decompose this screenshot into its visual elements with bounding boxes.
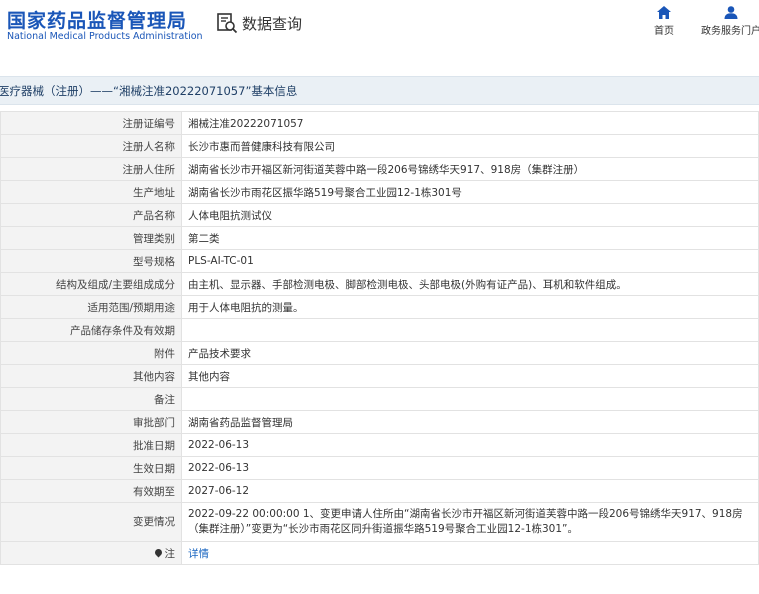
- row-label: 产品名称: [0, 203, 182, 227]
- row-value: 由主机、显示器、手部检测电极、脚部检测电极、头部电极(外购有证产品)、耳机和软件…: [181, 272, 759, 296]
- location-pin-icon: [153, 547, 163, 558]
- home-icon: [657, 6, 671, 19]
- row-label: 管理类别: [0, 226, 182, 250]
- table-row: 变更情况 2022-09-22 00:00:00 1、变更申请人住所由“湖南省长沙…: [0, 502, 759, 542]
- row-label: 批准日期: [0, 433, 182, 457]
- table-row: 注册人住所 湖南省长沙市开福区新河街道芙蓉中路一段206号锦绣华天917、918房…: [0, 157, 759, 181]
- row-value: 2022-06-13: [181, 433, 759, 457]
- row-value: 湖南省长沙市开福区新河街道芙蓉中路一段206号锦绣华天917、918房（集群注册…: [181, 157, 759, 181]
- table-row: 注册证编号 湘械注准20222071057: [0, 111, 759, 135]
- row-value: 2027-06-12: [181, 479, 759, 503]
- breadcrumb: 医疗器械（注册）——“湘械注准20222071057”基本信息: [0, 84, 298, 98]
- nav-gov-label: 政务服务门户: [701, 26, 759, 37]
- data-query-icon: [217, 13, 238, 34]
- row-value: 2022-09-22 00:00:00 1、变更申请人住所由“湖南省长沙市开福区…: [181, 502, 759, 542]
- note-value-cell: 详情: [181, 541, 759, 565]
- row-label: 型号规格: [0, 249, 182, 273]
- table-row: 其他内容 其他内容: [0, 364, 759, 388]
- nav-gov-service-portal[interactable]: 政务服务门户: [700, 6, 759, 37]
- row-label: 备注: [0, 387, 182, 411]
- table-row: 生产地址 湖南省长沙市雨花区振华路519号聚合工业园12-1栋301号: [0, 180, 759, 204]
- row-value: 产品技术要求: [181, 341, 759, 365]
- table-row-note: 注 详情: [0, 541, 759, 565]
- row-value: 用于人体电阻抗的测量。: [181, 295, 759, 319]
- table-row: 批准日期 2022-06-13: [0, 433, 759, 457]
- table-row: 注册人名称 长沙市惠而普健康科技有限公司: [0, 134, 759, 158]
- row-label: 有效期至: [0, 479, 182, 503]
- row-label: 适用范围/预期用途: [0, 295, 182, 319]
- user-icon: [724, 6, 738, 19]
- row-value: 湖南省药品监督管理局: [181, 410, 759, 434]
- breadcrumb-bar: 医疗器械（注册）——“湘械注准20222071057”基本信息: [0, 76, 759, 105]
- table-row: 备注: [0, 387, 759, 411]
- note-label-cell: 注: [0, 541, 182, 565]
- table-row: 审批部门 湖南省药品监督管理局: [0, 410, 759, 434]
- site-logo-title[interactable]: 国家药品监督管理局: [7, 6, 187, 33]
- row-label: 审批部门: [0, 410, 182, 434]
- table-row: 产品储存条件及有效期: [0, 318, 759, 342]
- table-row: 有效期至 2027-06-12: [0, 479, 759, 503]
- row-label: 附件: [0, 341, 182, 365]
- row-value: 2022-06-13: [181, 456, 759, 480]
- row-label: 注册人住所: [0, 157, 182, 181]
- nav-home-label: 首页: [654, 26, 674, 37]
- table-row: 结构及组成/主要组成成分 由主机、显示器、手部检测电极、脚部检测电极、头部电极(外…: [0, 272, 759, 296]
- note-label: 注: [164, 547, 176, 560]
- detail-link[interactable]: 详情: [188, 548, 209, 560]
- table-row: 产品名称 人体电阻抗测试仪: [0, 203, 759, 227]
- row-label: 产品储存条件及有效期: [0, 318, 182, 342]
- row-value: [181, 387, 759, 411]
- row-label: 变更情况: [0, 502, 182, 542]
- row-value: 长沙市惠而普健康科技有限公司: [181, 134, 759, 158]
- data-query-label: 数据查询: [242, 14, 303, 33]
- table-row: 适用范围/预期用途 用于人体电阻抗的测量。: [0, 295, 759, 319]
- table-row: 管理类别 第二类: [0, 226, 759, 250]
- row-value: [181, 318, 759, 342]
- table-row: 生效日期 2022-06-13: [0, 456, 759, 480]
- row-label: 生产地址: [0, 180, 182, 204]
- row-label: 注册证编号: [0, 111, 182, 135]
- nav-home[interactable]: 首页: [652, 6, 676, 37]
- row-value: PLS-AI-TC-01: [181, 249, 759, 273]
- site-logo-subtitle: National Medical Products Administration: [7, 31, 203, 42]
- row-value: 第二类: [181, 226, 759, 250]
- row-value: 湘械注准20222071057: [181, 111, 759, 135]
- row-label: 其他内容: [0, 364, 182, 388]
- row-value: 人体电阻抗测试仪: [181, 203, 759, 227]
- registration-info-table: 注册证编号 湘械注准20222071057 注册人名称 长沙市惠而普健康科技有限公司…: [0, 111, 759, 565]
- row-label: 注册人名称: [0, 134, 182, 158]
- row-value: 其他内容: [181, 364, 759, 388]
- row-value: 湖南省长沙市雨花区振华路519号聚合工业园12-1栋301号: [181, 180, 759, 204]
- row-label: 结构及组成/主要组成成分: [0, 272, 182, 296]
- data-query-title: 数据查询: [216, 12, 302, 34]
- site-header: 国家药品监督管理局 National Medical Products Admi…: [0, 0, 759, 66]
- table-row: 型号规格 PLS-AI-TC-01: [0, 249, 759, 273]
- table-row: 附件 产品技术要求: [0, 341, 759, 365]
- row-label: 生效日期: [0, 456, 182, 480]
